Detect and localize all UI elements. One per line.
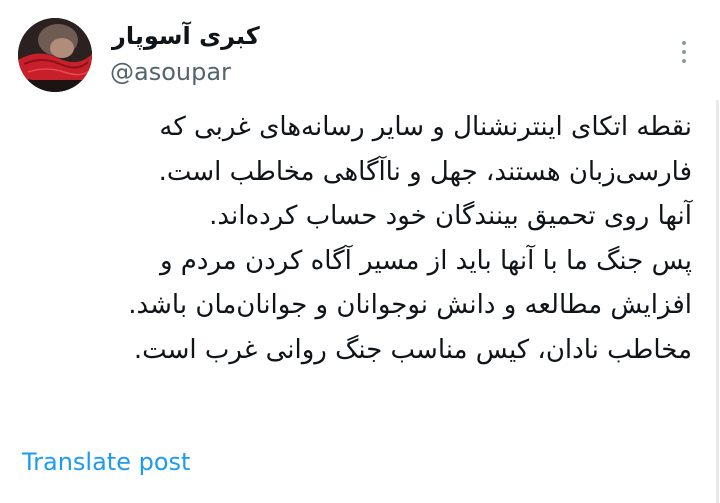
post-text: نقطه اتکای اینترنشنال و سایر رسانه‌های غ…	[18, 105, 692, 372]
avatar-image	[18, 18, 92, 92]
avatar[interactable]	[18, 18, 92, 92]
user-handle[interactable]: @asoupar	[110, 58, 231, 86]
post-text-line: افزایش مطالعه و دانش نوجوانان و جوانان‌م…	[128, 290, 692, 320]
more-dot	[682, 50, 686, 54]
scrollbar-track[interactable]	[716, 100, 719, 503]
post-text-line: آنها روی تحمیق بینندگان خود حساب کرده‌ان…	[209, 201, 692, 231]
post-text-line: پس جنگ ما با آنها باید از مسیر آگاه کردن…	[159, 245, 692, 276]
post-text-line: فارسی‌زبان هستند، جهل و ناآگاهی مخاطب اس…	[158, 156, 692, 187]
display-name[interactable]: کبری آسوپار	[112, 22, 260, 50]
more-dot	[682, 59, 686, 63]
translate-post-link[interactable]: Translate post	[22, 448, 190, 476]
post-card: کبری آسوپار @asoupar نقطه اتکای اینترنشن…	[0, 0, 720, 503]
post-text-line: نقطه اتکای اینترنشنال و سایر رسانه‌های غ…	[159, 112, 692, 142]
more-vertical-icon[interactable]	[672, 32, 696, 72]
more-dot	[682, 41, 686, 45]
post-text-line: مخاطب نادان، کیس مناسب جنگ روانی غرب است…	[133, 334, 692, 365]
